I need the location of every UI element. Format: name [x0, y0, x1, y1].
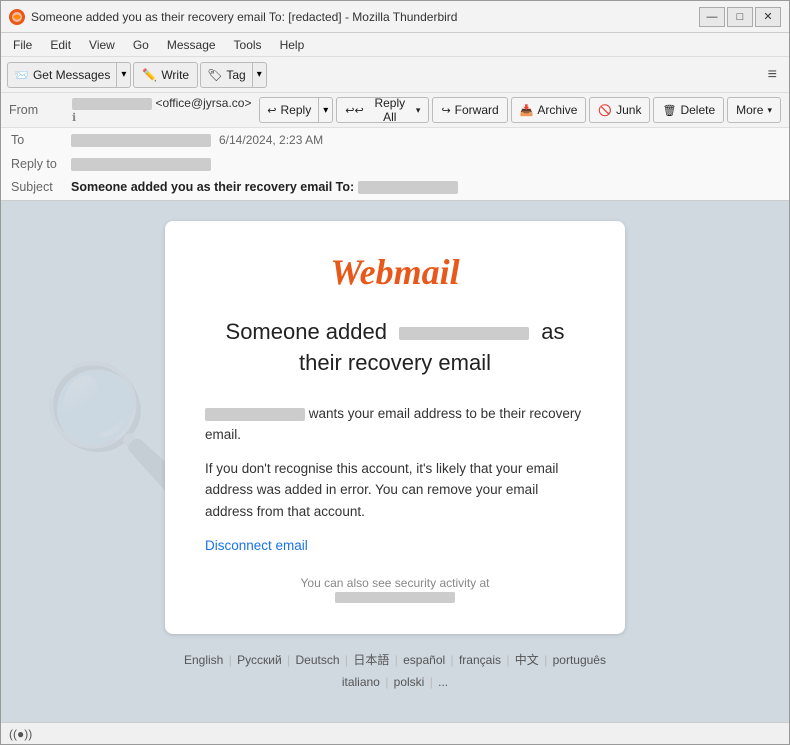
reply-to-value-blurred	[71, 158, 211, 171]
trash-icon: 🗑	[662, 104, 676, 117]
tag-arrow[interactable]: ▾	[252, 62, 267, 88]
disconnect-email-link[interactable]: Disconnect email	[205, 538, 308, 553]
to-label: To	[11, 133, 71, 147]
close-button[interactable]: ✕	[755, 7, 781, 27]
subject-row: Subject Someone added you as their recov…	[1, 176, 789, 200]
menu-edit[interactable]: Edit	[42, 36, 79, 54]
reply-icon: ↩	[267, 104, 276, 117]
to-value-blurred	[71, 134, 211, 147]
junk-button[interactable]: 🚫 Junk	[589, 97, 650, 123]
tag-dropdown: 🏷 Tag ▾	[200, 62, 267, 88]
reply-button[interactable]: ↩ Reply	[259, 97, 318, 123]
reply-to-label: Reply to	[11, 157, 71, 171]
chevron-down-icon: ▾	[323, 105, 328, 116]
minimize-button[interactable]: —	[699, 7, 725, 27]
lang-russian[interactable]: Русский	[237, 653, 282, 667]
from-label: From	[9, 103, 69, 117]
footer-text: You can also see security activity at	[205, 576, 585, 590]
menu-go[interactable]: Go	[125, 36, 157, 54]
more-chevron-icon: ▾	[767, 105, 772, 116]
lang-english[interactable]: English	[184, 653, 223, 667]
email-card-body: wants your email address to be their rec…	[205, 403, 585, 557]
subject-value: Someone added you as their recovery emai…	[71, 180, 458, 194]
from-email-link[interactable]: <office@jyrsa.co> ℹ	[72, 96, 253, 124]
reply-all-button[interactable]: ↩↩ Reply All ▾	[336, 97, 429, 123]
archive-button[interactable]: 📥 Archive	[511, 97, 587, 123]
delete-button[interactable]: 🗑 Delete	[653, 97, 724, 123]
email-body-area: 🔍 THINKTIFF Webmail Someone added as the…	[1, 201, 789, 722]
reply-all-arrow: ▾	[416, 105, 421, 116]
lang-italian[interactable]: italiano	[342, 675, 380, 689]
webmail-logo: Webmail	[205, 251, 585, 293]
email-meta-area: From <office@jyrsa.co> ℹ ↩ Reply ▾ ↩↩ Re	[1, 93, 789, 201]
menu-file[interactable]: File	[5, 36, 40, 54]
forward-button[interactable]: ↪ Forward	[432, 97, 507, 123]
from-name-blurred	[72, 98, 152, 110]
menu-view[interactable]: View	[81, 36, 123, 54]
lang-more[interactable]: ...	[438, 675, 448, 689]
lang-spanish[interactable]: español	[403, 653, 445, 667]
to-row: To 6/14/2024, 2:23 AM	[1, 128, 789, 152]
forward-icon: ↪	[441, 104, 450, 117]
maximize-button[interactable]: □	[727, 7, 753, 27]
body-paragraph-3: Disconnect email	[205, 535, 585, 557]
menubar: File Edit View Go Message Tools Help	[1, 33, 789, 57]
body-paragraph-2: If you don't recognise this account, it'…	[205, 458, 585, 523]
app-window: Someone added you as their recovery emai…	[0, 0, 790, 745]
more-button[interactable]: More ▾	[727, 97, 781, 123]
email-card: Webmail Someone added as their recovery …	[165, 221, 625, 634]
envelope-icon: 📨	[14, 68, 29, 82]
body-redacted-name	[205, 408, 305, 421]
get-messages-arrow[interactable]: ▾	[116, 62, 131, 88]
get-messages-button[interactable]: 📨 Get Messages	[7, 62, 116, 88]
body-paragraph-1: wants your email address to be their rec…	[205, 403, 585, 446]
window-title: Someone added you as their recovery emai…	[31, 10, 699, 24]
pencil-icon: ✏️	[142, 68, 157, 82]
action-bar: From <office@jyrsa.co> ℹ ↩ Reply ▾ ↩↩ Re	[1, 93, 789, 128]
from-email-address[interactable]: <office@jyrsa.co>	[155, 96, 251, 110]
email-card-title: Someone added as their recovery email	[205, 317, 585, 379]
lang-portuguese[interactable]: português	[553, 653, 606, 667]
menu-message[interactable]: Message	[159, 36, 224, 54]
subject-label: Subject	[11, 180, 71, 194]
window-controls: — □ ✕	[699, 7, 781, 27]
archive-icon: 📥	[520, 104, 534, 117]
lang-chinese[interactable]: 中文	[515, 653, 539, 667]
main-toolbar: 📨 Get Messages ▾ ✏️ Write 🏷 Tag ▾ ≡	[1, 57, 789, 93]
menu-help[interactable]: Help	[272, 36, 313, 54]
lang-polish[interactable]: polski	[394, 675, 425, 689]
info-icon: ℹ	[72, 112, 76, 124]
titlebar: Someone added you as their recovery emai…	[1, 1, 789, 33]
get-messages-dropdown: 📨 Get Messages ▾	[7, 62, 131, 88]
email-date: 6/14/2024, 2:23 AM	[219, 133, 323, 147]
reply-to-row: Reply to	[1, 152, 789, 176]
tag-icon: 🏷	[207, 68, 222, 82]
connection-icon: ((●))	[9, 727, 32, 741]
menu-tools[interactable]: Tools	[226, 36, 270, 54]
reply-all-icon: ↩↩	[345, 104, 363, 117]
junk-icon: 🚫	[598, 104, 612, 117]
email-card-footer: You can also see security activity at	[205, 576, 585, 604]
reply-split-button: ↩ Reply ▾	[259, 97, 333, 123]
lang-french[interactable]: français	[459, 653, 501, 667]
lang-japanese[interactable]: 日本語	[353, 653, 389, 667]
hamburger-menu[interactable]: ≡	[762, 63, 783, 87]
lang-german[interactable]: Deutsch	[295, 653, 339, 667]
reply-dropdown-arrow[interactable]: ▾	[318, 97, 333, 123]
language-bar: English | Русский | Deutsch | 日本語 | espa…	[21, 650, 769, 693]
tag-button[interactable]: 🏷 Tag	[200, 62, 252, 88]
statusbar: ((●))	[1, 722, 789, 744]
title-redacted-email	[399, 327, 529, 340]
write-button[interactable]: ✏️ Write	[133, 62, 198, 88]
subject-redacted	[358, 181, 458, 194]
app-icon	[9, 9, 25, 25]
webmail-logo-text: Webmail	[330, 252, 459, 292]
footer-link-blurred	[335, 592, 455, 603]
